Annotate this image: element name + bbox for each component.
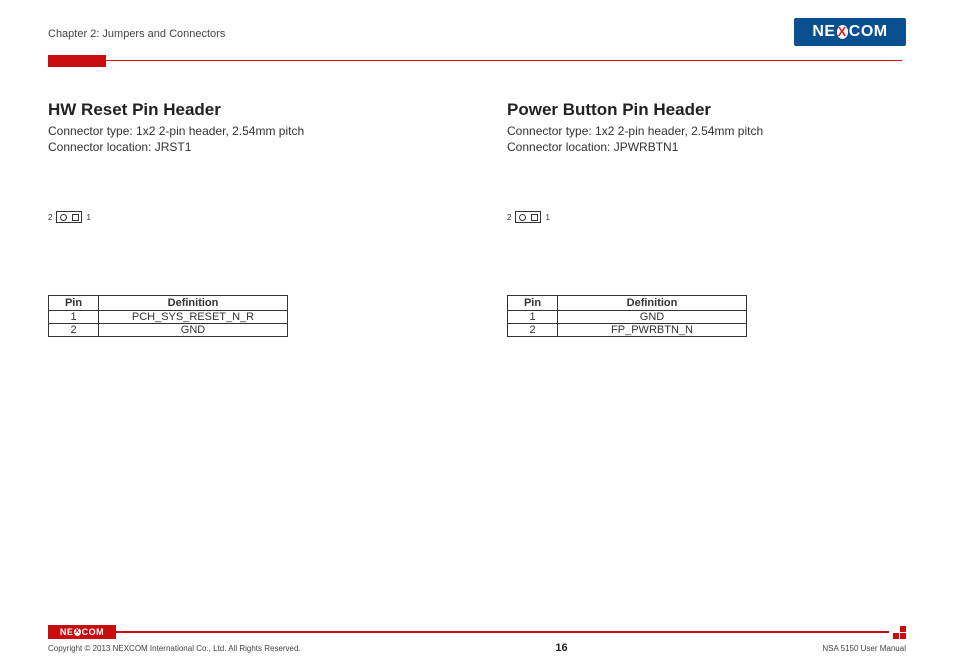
cell-pin: 2 <box>508 324 558 337</box>
logo-text-post: COM <box>849 23 888 41</box>
nexcom-logo-small: NEXCOM <box>48 625 116 639</box>
chapter-title: Chapter 2: Jumpers and Connectors <box>48 28 225 46</box>
nexcom-logo: NEXCOM <box>794 18 906 46</box>
table-header-definition: Definition <box>99 296 288 311</box>
pin-1-icon <box>69 212 81 222</box>
section-hw-reset: HW Reset Pin Header Connector type: 1x2 … <box>48 100 447 337</box>
section-power-button: Power Button Pin Header Connector type: … <box>507 100 906 337</box>
pin-2-icon <box>57 212 69 222</box>
pin-label-1: 1 <box>86 213 90 222</box>
table-header-pin: Pin <box>49 296 99 311</box>
connector-type: Connector type: 1x2 2-pin header, 2.54mm… <box>507 124 906 140</box>
cell-pin: 1 <box>49 311 99 324</box>
pin-table: Pin Definition 1 PCH_SYS_RESET_N_R 2 GND <box>48 295 288 337</box>
footer-divider: NEXCOM <box>48 625 906 639</box>
pin-1-icon <box>528 212 540 222</box>
connector-location: Connector location: JRST1 <box>48 140 447 156</box>
manual-name: NSA 5150 User Manual <box>822 644 906 653</box>
table-row: 2 FP_PWRBTN_N <box>508 324 747 337</box>
footer-squares-icon <box>893 626 906 639</box>
pin-table: Pin Definition 1 GND 2 FP_PWRBTN_N <box>507 295 747 337</box>
table-row: 1 PCH_SYS_RESET_N_R <box>49 311 288 324</box>
copyright-text: Copyright © 2013 NEXCOM International Co… <box>48 644 301 653</box>
pin-label-1: 1 <box>545 213 549 222</box>
cell-definition: GND <box>558 311 747 324</box>
table-row: 2 GND <box>49 324 288 337</box>
pin-label-2: 2 <box>507 213 511 222</box>
connector-type: Connector type: 1x2 2-pin header, 2.54mm… <box>48 124 447 140</box>
table-row: 1 GND <box>508 311 747 324</box>
cell-pin: 1 <box>508 311 558 324</box>
connector-location: Connector location: JPWRBTN1 <box>507 140 906 156</box>
section-title: HW Reset Pin Header <box>48 100 447 120</box>
pin-diagram: 2 1 <box>48 211 447 223</box>
section-title: Power Button Pin Header <box>507 100 906 120</box>
table-header-definition: Definition <box>558 296 747 311</box>
cell-definition: PCH_SYS_RESET_N_R <box>99 311 288 324</box>
pin-2-icon <box>516 212 528 222</box>
header-divider <box>0 52 954 70</box>
table-header-pin: Pin <box>508 296 558 311</box>
page-number: 16 <box>555 642 567 654</box>
logo-text-pre: NE <box>812 23 835 41</box>
pin-label-2: 2 <box>48 213 52 222</box>
cell-definition: GND <box>99 324 288 337</box>
pin-diagram: 2 1 <box>507 211 906 223</box>
cell-pin: 2 <box>49 324 99 337</box>
cell-definition: FP_PWRBTN_N <box>558 324 747 337</box>
logo-text-x: X <box>837 25 848 39</box>
